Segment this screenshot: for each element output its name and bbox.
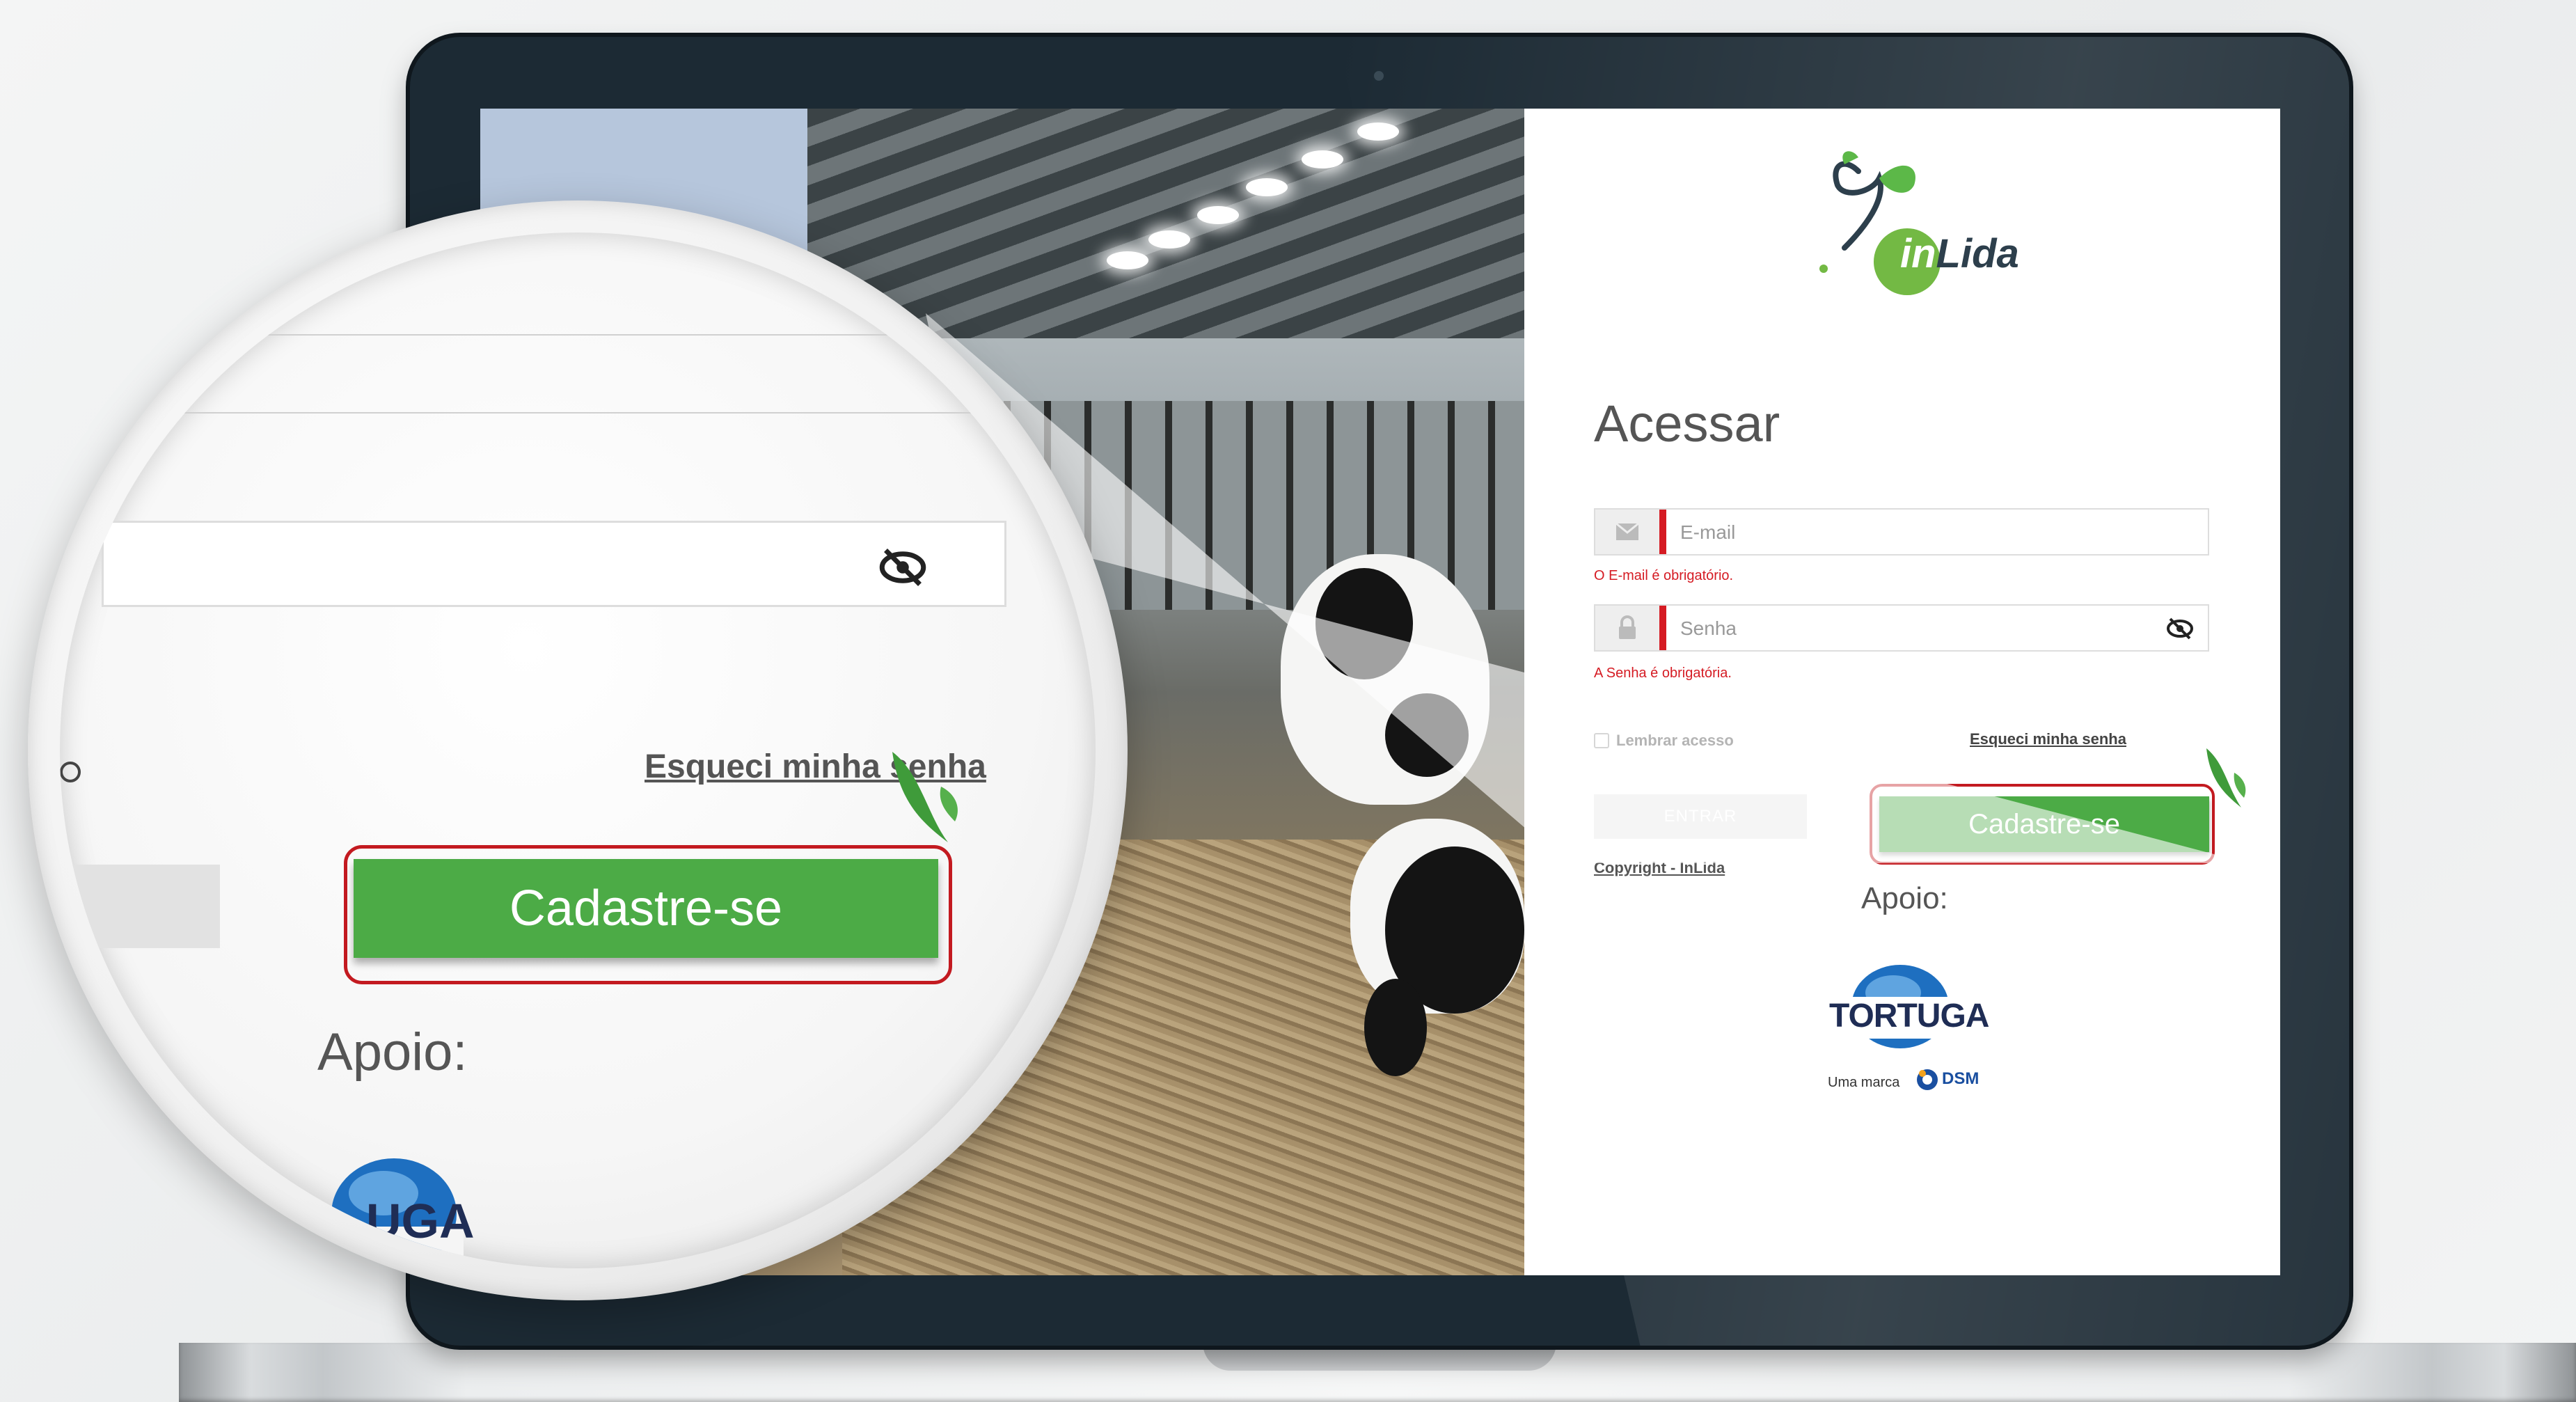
webcam: [1374, 71, 1384, 81]
leaf-sprig-icon: [892, 752, 958, 842]
password-error: A Senha é obrigatória.: [1594, 665, 1732, 681]
magnified-divider: [123, 334, 1027, 336]
magnified-password-field[interactable]: [102, 521, 1006, 607]
email-required-indicator: [1659, 510, 1666, 554]
photo-light: [1302, 150, 1343, 168]
photo-cow-spot: [1364, 979, 1427, 1076]
lock-icon: [1595, 606, 1659, 650]
sponsor-tagline: Uma marca: [1828, 1075, 1900, 1090]
remember-label: Lembrar acesso: [1616, 732, 1734, 749]
photo-light: [1197, 206, 1239, 224]
magnified-sponsor-name: UGA: [366, 1194, 475, 1248]
photo-light: [1357, 123, 1399, 141]
photo-cow-spot: [1315, 568, 1413, 679]
login-panel: inLida Acessar O E-mail é obrigatório. A…: [1524, 109, 2280, 1275]
leaf-sprig-icon: [2206, 748, 2246, 808]
magnified-checkbox[interactable]: [60, 762, 81, 782]
laptop-notch: [1203, 1343, 1556, 1371]
logo-prefix: in: [1900, 231, 1936, 276]
password-input[interactable]: [1679, 610, 2169, 647]
photo-cow-spot: [1385, 693, 1469, 777]
remember-checkbox[interactable]: [1594, 733, 1609, 748]
photo-roof: [807, 109, 1524, 338]
logo-suffix: Lida: [1936, 231, 2019, 276]
photo-light: [1246, 178, 1288, 196]
sponsor-brand: DSM: [1942, 1069, 1980, 1088]
support-label: Apoio:: [1861, 881, 1948, 915]
sponsor-name: TORTUGA: [1829, 998, 1989, 1034]
magnified-support-label: Apoio:: [317, 1023, 468, 1082]
page-title: Acessar: [1594, 395, 1780, 452]
magnified-enter-button[interactable]: [60, 865, 220, 948]
photo-light: [1148, 230, 1190, 249]
email-input[interactable]: [1679, 514, 2169, 551]
signup-button[interactable]: Cadastre-se: [1879, 796, 2209, 852]
logo-wordmark: inLida: [1900, 230, 2019, 277]
dsm-logo-icon: [1917, 1069, 1938, 1090]
password-required-indicator: [1659, 606, 1666, 650]
email-error: O E-mail é obrigatório.: [1594, 568, 1734, 583]
password-field-group: [1594, 604, 2209, 652]
magnified-divider: [102, 412, 1006, 413]
forgot-password-link[interactable]: Esqueci minha senha: [1970, 730, 2126, 748]
copyright-link[interactable]: Copyright - InLida: [1594, 859, 1725, 877]
enter-button[interactable]: ENTRAR: [1594, 794, 1807, 839]
photo-light: [1107, 251, 1148, 269]
email-field-group: [1594, 508, 2209, 556]
magnified-signup-button[interactable]: Cadastre-se: [354, 859, 938, 958]
eye-slash-icon[interactable]: [878, 543, 927, 592]
eye-slash-icon[interactable]: [2166, 615, 2194, 643]
remember-checkbox-group[interactable]: Lembrar acesso: [1594, 732, 1734, 750]
envelope-icon: [1595, 510, 1659, 554]
